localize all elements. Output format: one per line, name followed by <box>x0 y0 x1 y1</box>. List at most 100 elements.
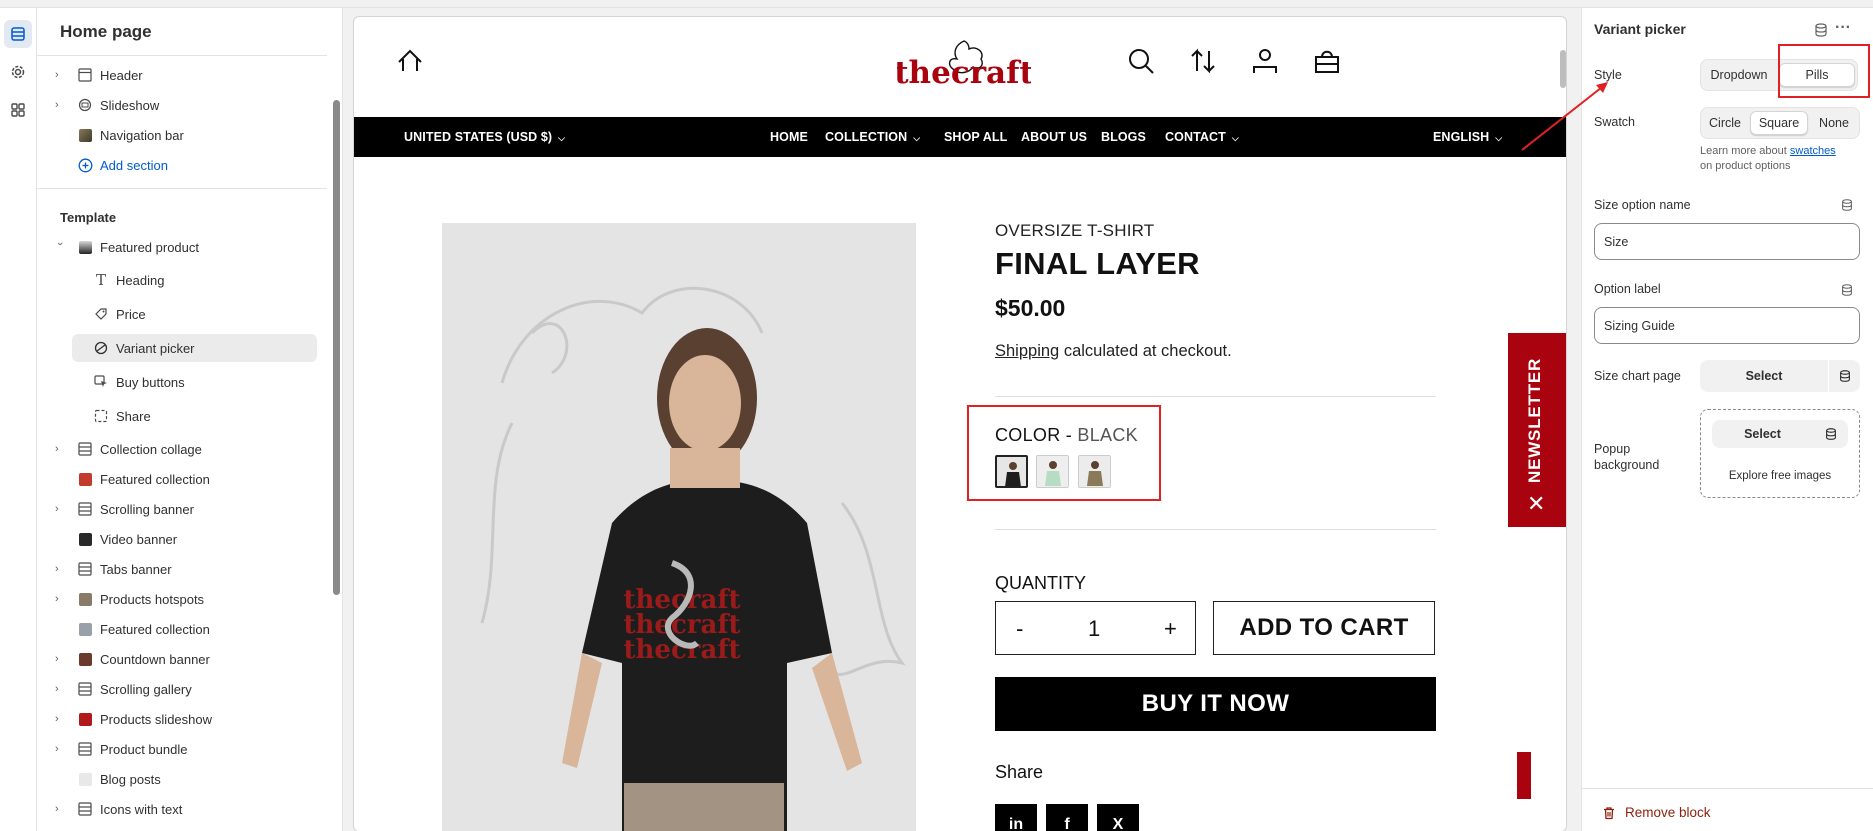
sidebar-section-item[interactable]: Blog posts <box>37 764 327 794</box>
block-price[interactable]: Price <box>37 299 327 329</box>
side-tab[interactable] <box>1517 752 1531 799</box>
chevron-right-icon[interactable]: › <box>55 564 65 575</box>
sidebar-section-item[interactable]: Featured collection <box>37 614 327 644</box>
add-section-button[interactable]: Add section <box>37 150 327 180</box>
chevron-right-icon[interactable]: › <box>55 100 65 111</box>
nav-about-us[interactable]: ABOUT US <box>1021 130 1087 144</box>
size-chart-select-button[interactable]: Select <box>1700 360 1828 392</box>
divider <box>1828 360 1829 392</box>
share-frame-icon <box>93 408 109 424</box>
chevron-right-icon[interactable]: › <box>55 744 65 755</box>
language-label: ENGLISH <box>1433 130 1490 144</box>
style-option-dropdown[interactable]: Dropdown <box>1703 63 1775 87</box>
linkedin-share-button[interactable]: in <box>995 804 1037 831</box>
quantity-input[interactable]: 1 <box>1088 616 1100 642</box>
settings-rail-button[interactable] <box>4 58 32 86</box>
image-thumb-icon <box>77 711 93 727</box>
database-icon[interactable] <box>1813 22 1829 38</box>
x-share-button[interactable]: X <box>1097 804 1139 831</box>
cart-icon[interactable] <box>1311 45 1343 77</box>
database-icon[interactable] <box>1824 427 1838 441</box>
quantity-plus-button[interactable]: + <box>1164 616 1177 642</box>
popup-select-button[interactable]: Select <box>1712 420 1813 448</box>
sidebar-section-item[interactable]: ›Scrolling banner <box>37 494 327 524</box>
nav-contact[interactable]: CONTACT ⌵ <box>1165 130 1239 144</box>
popup-background-dropzone[interactable]: Select Explore free images <box>1700 409 1860 498</box>
section-layout-icon <box>77 681 93 697</box>
swatch-option-circle[interactable]: Circle <box>1703 111 1747 135</box>
sidebar-section-item[interactable]: › Products slideshow <box>37 704 327 734</box>
nav-blogs[interactable]: BLOGS <box>1101 130 1146 144</box>
more-options-icon[interactable]: ··· <box>1835 20 1851 38</box>
section-layout-icon <box>77 741 93 757</box>
chevron-right-icon[interactable]: › <box>55 444 65 455</box>
sidebar-section-item[interactable]: ›Scrolling banner <box>37 824 327 831</box>
facebook-share-button[interactable]: f <box>1046 804 1088 831</box>
block-share[interactable]: Share <box>37 401 327 431</box>
sidebar-section-item[interactable]: › Products hotspots <box>37 584 327 614</box>
close-icon[interactable]: ✕ <box>1527 493 1545 515</box>
chevron-right-icon[interactable]: › <box>55 594 65 605</box>
swatch-option-none[interactable]: None <box>1811 111 1857 135</box>
sidebar-section-item[interactable]: › Scrolling gallery <box>37 674 327 704</box>
store-logo[interactable]: thecraft <box>897 37 1031 97</box>
section-label: Blog posts <box>100 771 161 787</box>
sidebar-section-item[interactable]: › Tabs banner <box>37 554 327 584</box>
section-slideshow[interactable]: › Slideshow <box>37 90 327 120</box>
sidebar-section-item[interactable]: › Product bundle <box>37 734 327 764</box>
nav-home[interactable]: HOME <box>770 130 808 144</box>
section-header[interactable]: › Header <box>37 60 327 90</box>
quantity-minus-button[interactable]: - <box>1016 616 1023 642</box>
image-thumb-icon <box>77 771 93 787</box>
option-label-field[interactable]: Sizing Guide <box>1594 307 1860 344</box>
explore-free-images-link[interactable]: Explore free images <box>1701 470 1859 482</box>
section-featured-product[interactable]: › Featured product <box>37 232 327 262</box>
database-icon[interactable] <box>1840 283 1854 297</box>
block-heading[interactable]: T Heading <box>37 265 327 295</box>
home-icon[interactable] <box>394 45 426 77</box>
database-icon[interactable] <box>1838 369 1852 383</box>
chevron-down-icon[interactable]: › <box>54 242 66 252</box>
database-icon[interactable] <box>1840 198 1854 212</box>
sidebar-section-item[interactable]: › Collection collage <box>37 434 327 464</box>
buy-now-button[interactable]: BUY IT NOW <box>995 677 1436 731</box>
swatch-option-square[interactable]: Square <box>1750 111 1808 135</box>
apps-rail-button[interactable] <box>4 96 32 124</box>
nav-shop-all[interactable]: SHOP ALL <box>944 130 1007 144</box>
account-icon[interactable] <box>1249 45 1281 77</box>
chevron-right-icon[interactable]: › <box>55 714 65 725</box>
svg-text:thecraft: thecraft <box>623 635 740 665</box>
chevron-right-icon[interactable]: › <box>55 804 65 815</box>
section-navigation-bar[interactable]: Navigation bar <box>37 120 327 150</box>
block-buy-buttons[interactable]: Buy buttons <box>37 367 327 397</box>
chevron-right-icon[interactable]: › <box>55 504 65 515</box>
add-to-cart-button[interactable]: ADD TO CART <box>1213 601 1435 655</box>
currency-selector[interactable]: UNITED STATES (USD $) ⌵ <box>404 130 565 144</box>
preview-frame: thecraft UNITED STATES (USD $) ⌵ HOME COL… <box>353 16 1567 831</box>
x-icon: X <box>1112 816 1124 831</box>
nav-collection[interactable]: COLLECTION ⌵ <box>825 130 920 144</box>
sort-arrows-icon[interactable] <box>1187 45 1219 77</box>
block-variant-picker[interactable]: Variant picker <box>37 333 327 363</box>
sidebar-scrollbar[interactable] <box>333 100 340 595</box>
sidebar-section-item[interactable]: › Icons with text <box>37 794 327 824</box>
sidebar-section-item[interactable]: Featured collection <box>37 464 327 494</box>
shipping-link[interactable]: Shipping <box>995 342 1059 360</box>
size-option-name-field[interactable]: Size <box>1594 223 1860 260</box>
newsletter-tab[interactable]: NEWSLETTER ✕ <box>1508 333 1566 527</box>
section-label: Slideshow <box>100 97 160 113</box>
chevron-right-icon[interactable]: › <box>55 684 65 695</box>
language-selector[interactable]: ENGLISH ⌵ <box>1433 130 1502 144</box>
chevron-right-icon[interactable]: › <box>55 654 65 665</box>
sections-rail-button[interactable] <box>4 20 32 48</box>
chevron-right-icon[interactable]: › <box>55 70 65 81</box>
section-layout-icon <box>77 501 93 517</box>
size-chart-page-label: Size chart page <box>1594 369 1681 383</box>
swatches-link[interactable]: swatches <box>1790 145 1836 157</box>
sidebar-section-item[interactable]: › Countdown banner <box>37 644 327 674</box>
section-label: Featured collection <box>100 621 210 637</box>
search-icon[interactable] <box>1125 45 1157 77</box>
product-image[interactable]: thecraft thecraft thecraft <box>442 223 916 831</box>
remove-block-button[interactable]: Remove block <box>1602 805 1711 820</box>
sidebar-section-item[interactable]: Video banner <box>37 524 327 554</box>
